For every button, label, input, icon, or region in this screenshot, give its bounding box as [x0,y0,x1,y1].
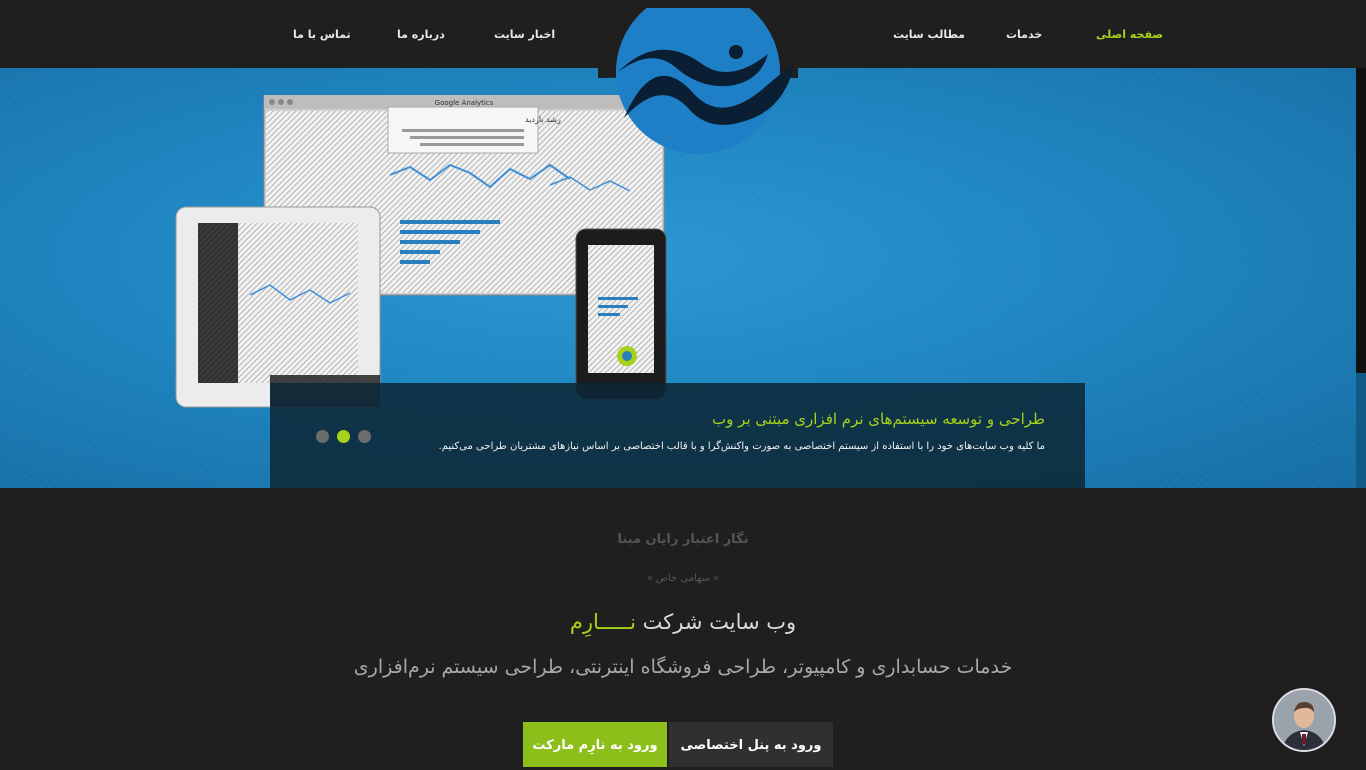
slide-description: ما کلیه وب سایت‌های خود را با استفاده از… [438,441,1045,452]
nav-about[interactable]: درباره ما [397,28,445,41]
support-avatar-icon [1274,690,1334,750]
nav-articles[interactable]: مطالب سایت [893,28,965,41]
slide-dot-1[interactable] [316,430,329,443]
nav-contact[interactable]: تماس با ما [293,28,351,41]
fish-wave-logo-icon [616,8,794,154]
nav-services[interactable]: خدمات [1006,28,1042,41]
screen-title: Google Analytics [435,99,494,107]
tablet-device [175,206,381,408]
site-title-prefix: وب سایت شرکت [642,610,797,634]
company-type: « سهامی خاص » [646,573,720,584]
slide-title: طراحی و توسعه سیستم‌های نرم افزاری مبتنی… [712,410,1045,428]
services-tagline: خدمات حسابداری و کامپیوتر، طراحی فروشگاه… [353,656,1013,678]
intro-section: نگار اعتبار رایان مبنا « سهامی خاص » وب … [0,488,1366,767]
phone-device [575,228,667,400]
scrollbar-thumb[interactable] [1356,68,1366,373]
nav-news[interactable]: اخبار سایت [494,28,555,41]
site-logo[interactable] [598,8,798,162]
slide-dot-2[interactable] [337,430,350,443]
slide-caption: طراحی و توسعه سیستم‌های نرم افزاری مبتنی… [270,383,1085,488]
slider-pagination [316,428,379,447]
popup-title: رشد بازدید [525,115,561,124]
panel-login-button[interactable]: ورود به پنل اختصاصی [669,722,833,767]
market-login-button[interactable]: ورود به نارِم مارکت [523,722,667,767]
site-title: وب سایت شرکت نـــــارِم [0,610,1366,634]
company-name: نگار اعتبار رایان مبنا [617,532,749,547]
slide-dot-3[interactable] [358,430,371,443]
nav-home[interactable]: صفحه اصلی [1096,28,1163,41]
support-chat-button[interactable] [1272,688,1336,752]
brand-name: نـــــارِم [569,610,636,634]
